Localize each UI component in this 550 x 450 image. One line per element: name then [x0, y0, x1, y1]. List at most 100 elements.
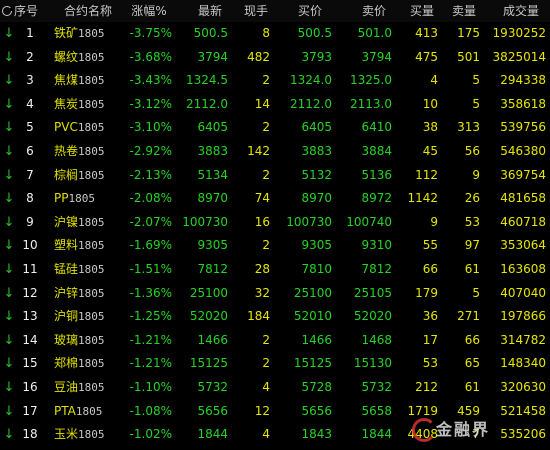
last-price: 500.5 [193, 26, 228, 40]
table-row[interactable]: ↓ 12 沪锌1805 -1.36% 25100 32 25100 25105 179 5 4070… [0, 282, 550, 306]
current-volume: 4 [262, 380, 270, 394]
bid-volume: 66 [422, 262, 438, 276]
contract-name[interactable]: 棕榈1805 [54, 164, 118, 188]
contract-month: 1805 [78, 215, 105, 229]
total-volume: 539756 [500, 120, 546, 135]
row-seq: 18 [22, 427, 38, 442]
bid-volume: 112 [415, 167, 438, 182]
bid-price: 6405 [301, 120, 332, 135]
ask-volume: 61 [464, 262, 480, 276]
contract-name[interactable]: 塑料1805 [54, 234, 118, 258]
ask-volume: 175 [457, 26, 480, 40]
contract-name-cn: 铁矿 [54, 26, 79, 40]
contract-name[interactable]: PP1805 [54, 187, 118, 211]
contract-name-cn: PVC [54, 120, 78, 135]
ask-volume: 65 [464, 356, 480, 371]
current-volume: 8 [262, 26, 270, 40]
ask-price: 7812 [361, 262, 392, 276]
contract-name-cn: 沪锌 [54, 285, 79, 300]
current-volume: 2 [262, 73, 270, 88]
table-row[interactable]: ↓ 5 PVC1805 -3.10% 6405 2 6405 6410 38 313 539756 [0, 116, 550, 140]
contract-name[interactable]: 沪铜1805 [54, 305, 118, 329]
table-row[interactable]: ↓ 16 豆油1805 -1.10% 5732 4 5728 5732 212 61 320630 [0, 376, 550, 400]
contract-name[interactable]: PTA1805 [54, 400, 118, 424]
contract-name[interactable]: 玉米1805 [54, 423, 118, 447]
contract-month: 1805 [75, 404, 103, 418]
ask-volume: 26 [464, 191, 480, 206]
total-volume: 1930252 [492, 26, 546, 40]
current-volume: 74 [254, 191, 270, 206]
change-percent: -1.21% [129, 332, 172, 347]
last-price: 15125 [189, 356, 228, 371]
contract-month: 1805 [78, 27, 105, 40]
contract-name[interactable]: 焦煤1805 [54, 69, 118, 93]
table-row[interactable]: ↓ 3 焦煤1805 -3.43% 1324.5 2 1324.0 1325.0 4 5 29433… [0, 69, 550, 93]
contract-month: 1805 [78, 263, 105, 276]
table-row[interactable]: ↓ 2 螺纹1805 -3.68% 3794 482 3793 3794 475 501 38250… [0, 46, 550, 70]
contract-month: 1805 [68, 192, 95, 206]
contract-month: 1805 [78, 310, 105, 324]
contract-name[interactable]: 沪锌1805 [54, 282, 118, 306]
header-total-volume[interactable]: 成交量 [496, 0, 546, 22]
row-seq: 12 [22, 285, 38, 300]
bid-price: 3793 [301, 49, 332, 64]
contract-name-cn: PP [54, 191, 69, 206]
header-name[interactable]: 合约名称 [58, 0, 118, 22]
change-percent: -1.08% [129, 403, 172, 418]
contract-month: 1805 [78, 74, 105, 88]
contract-name[interactable]: 豆油1805 [54, 376, 118, 400]
contract-name[interactable]: 锰硅1805 [54, 258, 118, 282]
table-row[interactable]: ↓ 9 沪镍1805 -2.07% 100730 16 100730 100740 9 53 460… [0, 211, 550, 235]
contract-name[interactable]: 热卷1805 [54, 140, 118, 164]
header-ask[interactable]: 卖价 [354, 0, 394, 22]
header-change[interactable]: 涨幅% [124, 0, 174, 22]
contract-name[interactable]: 螺纹1805 [54, 46, 118, 70]
contract-name-cn: 玻璃 [54, 332, 79, 347]
ask-price: 501.0 [357, 26, 392, 40]
table-row[interactable]: ↓ 15 郑棉1805 -1.21% 15125 2 15125 15130 53 65 14834… [0, 352, 550, 376]
table-row[interactable]: ↓ 1 铁矿1805 -3.75% 500.5 8 500.5 501.0 413 175 1930… [0, 22, 550, 46]
contract-name[interactable]: 焦炭1805 [54, 93, 118, 117]
total-volume: 197866 [500, 309, 546, 324]
bid-price: 2112.0 [290, 96, 332, 111]
ask-price: 25105 [353, 285, 392, 300]
table-row[interactable]: ↓ 4 焦炭1805 -3.12% 2112.0 14 2112.0 2113.0 10 5 358… [0, 93, 550, 117]
ask-volume: 61 [464, 380, 480, 394]
current-volume: 142 [247, 144, 270, 158]
table-row[interactable]: ↓ 7 棕榈1805 -2.13% 5134 2 5132 5136 112 9 369754 [0, 164, 550, 188]
ask-volume: 5 [472, 96, 480, 111]
sort-circle-icon[interactable] [2, 6, 13, 16]
ask-price: 1844 [361, 427, 392, 442]
contract-name[interactable]: 郑棉1805 [54, 352, 118, 376]
row-seq: 15 [22, 356, 38, 371]
quote-table: 序号 合约名称 涨幅% 最新 现手 买价 卖价 买量 卖量 成交量 ↓ 1 铁矿18… [0, 0, 550, 450]
total-volume: 353064 [500, 238, 546, 253]
ask-price: 5658 [361, 403, 392, 418]
bid-price: 100730 [286, 214, 332, 229]
table-row[interactable]: ↓ 6 热卷1805 -2.92% 3883 142 3883 3884 45 56 546380 [0, 140, 550, 164]
table-row[interactable]: ↓ 10 塑料1805 -1.69% 9305 2 9305 9310 55 97 353064 [0, 234, 550, 258]
table-row[interactable]: ↓ 8 PP1805 -2.08% 8970 74 8970 8972 1142 26 481658 [0, 187, 550, 211]
contract-name[interactable]: PVC1805 [54, 116, 118, 140]
ask-price: 100740 [346, 214, 392, 229]
bid-price: 15125 [293, 356, 332, 371]
header-bid-volume[interactable]: 买量 [406, 0, 438, 22]
table-row[interactable]: ↓ 13 沪铜1805 -1.25% 52020 184 52010 52020 36 271 19… [0, 305, 550, 329]
table-row[interactable]: ↓ 14 玻璃1805 -1.21% 1466 2 1466 1468 17 66 314782 [0, 329, 550, 353]
ask-volume: 66 [464, 332, 480, 347]
contract-name[interactable]: 玻璃1805 [54, 329, 118, 353]
contract-month: 1805 [78, 168, 105, 182]
table-row[interactable]: ↓ 11 锰硅1805 -1.51% 7812 28 7810 7812 66 61 163608 [0, 258, 550, 282]
row-seq: 13 [22, 309, 38, 324]
header-volume[interactable]: 现手 [236, 0, 276, 22]
contract-name-cn: 郑棉 [54, 356, 79, 371]
current-volume: 12 [254, 403, 270, 418]
last-price: 2112.0 [186, 96, 228, 111]
ask-price: 9310 [361, 238, 392, 253]
contract-name[interactable]: 沪镍1805 [54, 211, 118, 235]
header-ask-volume[interactable]: 卖量 [448, 0, 480, 22]
header-seq[interactable]: 序号 [0, 0, 48, 22]
header-bid[interactable]: 买价 [290, 0, 330, 22]
header-last[interactable]: 最新 [190, 0, 230, 22]
contract-name[interactable]: 铁矿1805 [54, 22, 118, 46]
